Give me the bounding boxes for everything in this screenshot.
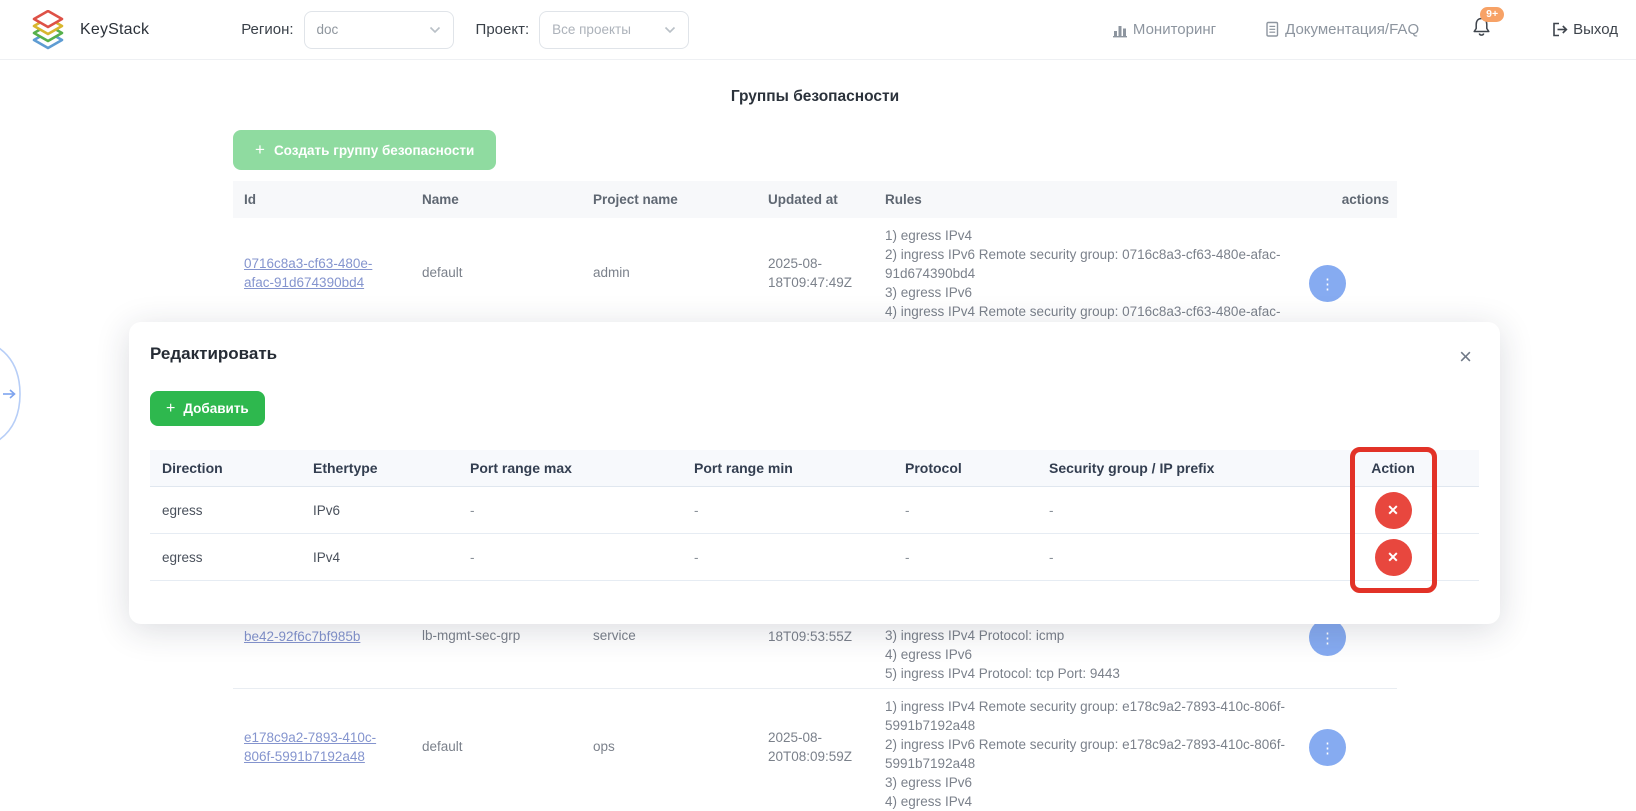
security-group-id-link[interactable]: e178c9a2-7893-410c-806f-5991b7192a48 [244,728,394,766]
add-rule-label: Добавить [183,401,248,416]
rules-table-header: Direction Ethertype Port range max Port … [150,450,1479,487]
rule-security-group: - [1049,503,1329,518]
rules-table: Direction Ethertype Port range max Port … [150,450,1479,581]
rules-list: 3) ingress IPv4 Protocol: icmp 4) egress… [885,626,1309,683]
logout-label: Выход [1573,21,1618,38]
column-header-name: Name [422,192,593,207]
rule-port-min: - [694,503,905,518]
column-header-actions: actions [1309,192,1397,207]
row-actions-button[interactable]: ⋮ [1309,729,1346,766]
project-select-value: Все проекты [552,22,631,37]
group-name: default [422,739,463,754]
project-name: ops [593,739,615,754]
notifications-bell[interactable]: 9+ [1471,16,1492,43]
delete-rule-button[interactable]: ✕ [1375,539,1412,576]
rule-protocol: - [905,550,1049,565]
create-security-group-button[interactable]: + Создать группу безопасности [233,130,496,170]
edit-rules-modal: Редактировать × + Добавить Direction Eth… [129,322,1500,624]
project-label: Проект: [476,21,530,38]
modal-close-button[interactable]: × [1457,344,1474,370]
column-header-port-max: Port range max [470,460,694,476]
column-header-security-group: Security group / IP prefix [1049,460,1329,476]
nav-monitoring[interactable]: Мониторинг [1112,21,1216,38]
rule-direction: egress [150,503,313,518]
dots-icon: ⋮ [1320,739,1335,757]
region-field: Регион: doc [241,11,453,49]
group-name: lb-mgmt-sec-grp [422,628,520,643]
region-select-value: doc [317,22,339,37]
column-header-updated: Updated at [768,192,885,207]
brand-name: KeyStack [80,21,149,39]
page-title: Группы безопасности [233,88,1397,106]
nav-docs-label: Документация/FAQ [1285,21,1419,38]
chevron-down-icon [664,26,676,34]
close-icon: × [1459,344,1472,369]
add-rule-button[interactable]: + Добавить [150,391,265,426]
column-header-port-min: Port range min [694,460,905,476]
rule-ethertype: IPv4 [313,550,470,565]
column-header-direction: Direction [150,460,313,476]
rule-protocol: - [905,503,1049,518]
cross-icon: ✕ [1387,549,1399,566]
updated-at: 2025-08-20T08:09:59Z [768,728,868,766]
column-header-action: Action [1329,460,1479,476]
dots-icon: ⋮ [1320,275,1335,293]
table-header-row: Id Name Project name Updated at Rules ac… [233,181,1397,218]
column-header-project: Project name [593,192,768,207]
keystack-logo-icon [30,10,66,50]
project-select[interactable]: Все проекты [539,11,689,49]
column-header-rules: Rules [885,192,1309,207]
document-icon [1264,21,1280,38]
rules-list: 1) ingress IPv4 Remote security group: e… [885,697,1309,811]
row-actions-button[interactable]: ⋮ [1309,265,1346,302]
project-field: Проект: Все проекты [476,11,690,49]
top-bar: KeyStack Регион: doc Проект: Все проекты [0,0,1636,60]
group-name: default [422,265,463,280]
nav-docs-faq[interactable]: Документация/FAQ [1264,21,1419,38]
plus-icon: + [166,400,175,418]
logout-button[interactable]: Выход [1550,20,1618,39]
security-group-id-link[interactable]: 0716c8a3-cf63-480e-afac-91d674390bd4 [244,254,394,292]
project-name: admin [593,265,630,280]
notifications-count-badge: 9+ [1480,7,1504,22]
brand: KeyStack [30,10,149,50]
rule-port-max: - [470,503,694,518]
rule-port-min: - [694,550,905,565]
row-actions-button[interactable]: ⋮ [1309,619,1346,656]
updated-at: 2025-08-18T09:47:49Z [768,254,868,292]
dots-icon: ⋮ [1320,629,1335,647]
table-row: e178c9a2-7893-410c-806f-5991b7192a48 def… [233,689,1397,808]
rule-row: egress IPv6 - - - - ✕ [150,487,1479,534]
rule-direction: egress [150,550,313,565]
table-row: 0716c8a3-cf63-480e-afac-91d674390bd4 def… [233,218,1397,327]
region-label: Регион: [241,21,293,38]
column-header-ethertype: Ethertype [313,460,470,476]
modal-title: Редактировать [150,344,277,364]
left-drawer-handle[interactable] [0,345,26,448]
rule-port-max: - [470,550,694,565]
bar-chart-icon [1112,22,1128,38]
plus-icon: + [255,140,265,160]
rule-security-group: - [1049,550,1329,565]
chevron-down-icon [429,26,441,34]
logout-icon [1550,20,1569,39]
rule-row: egress IPv4 - - - - ✕ [150,534,1479,581]
delete-rule-button[interactable]: ✕ [1375,492,1412,529]
create-security-group-label: Создать группу безопасности [274,143,474,158]
column-header-protocol: Protocol [905,460,1049,476]
rule-ethertype: IPv6 [313,503,470,518]
region-select[interactable]: doc [304,11,454,49]
nav-monitoring-label: Мониторинг [1133,21,1216,38]
cross-icon: ✕ [1387,502,1399,519]
column-header-id: Id [233,192,422,207]
project-name: service [593,628,636,643]
